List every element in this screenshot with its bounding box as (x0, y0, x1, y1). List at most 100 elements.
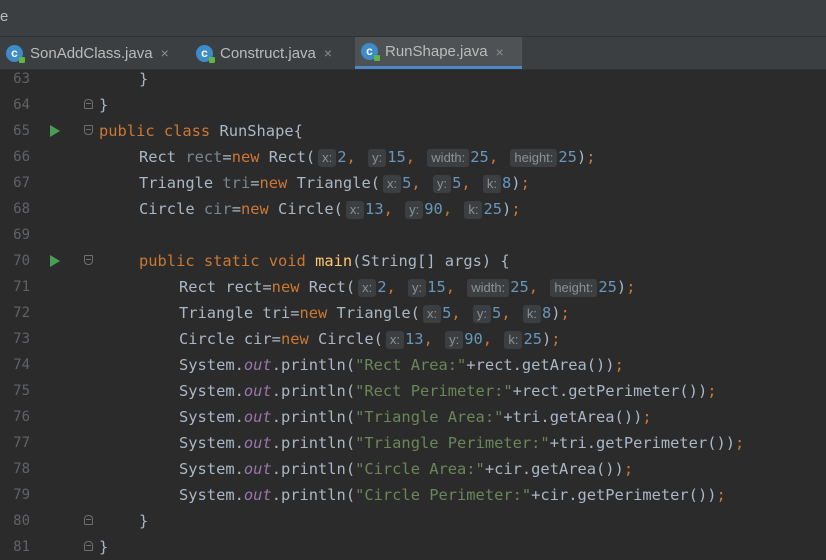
code-token: ; (716, 486, 726, 504)
line-number: 77 (13, 435, 30, 451)
code-token: ; (560, 304, 570, 322)
code-token: , (423, 330, 443, 348)
code-token: cir (203, 200, 232, 218)
code-token: 8 (541, 304, 552, 322)
code-token: ; (623, 460, 634, 478)
code-token: +cir.getArea()) (484, 460, 624, 478)
tab-label: RunShape.java (385, 43, 488, 60)
code-token: .println( (271, 382, 356, 400)
fold-marker-dash (86, 545, 91, 546)
code-text: Triangle tri=new Triangle(x: 5, y: 5, k: 8)… (179, 300, 570, 326)
code-token: 90 (464, 330, 483, 348)
line-number: 65 (13, 123, 30, 139)
title-bar-partial-text: e (0, 8, 9, 25)
close-icon[interactable]: × (496, 44, 504, 60)
fold-marker-icon[interactable] (84, 515, 93, 525)
code-token: Triangle (139, 174, 223, 192)
code-text: } (99, 534, 108, 560)
line-number: 68 (13, 201, 30, 217)
fold-marker-dash (86, 259, 91, 260)
code-line: 65 public class RunShape{ (0, 118, 826, 144)
line-number: 73 (13, 331, 30, 347)
code-token: Circle cir= (179, 330, 281, 348)
code-token: Rect (139, 148, 186, 166)
parameter-hint: k: (504, 331, 523, 349)
code-token: +cir.getPerimeter()) (531, 486, 717, 504)
code-token: .println( (271, 408, 356, 426)
code-text: Rect rect=new Rect(x: 2, y: 15, width: 25, … (179, 274, 635, 300)
code-line: 77 System.out.println("Triangle Perimeter… (0, 430, 826, 456)
code-token: System. (179, 408, 244, 426)
code-token: ) (616, 278, 627, 296)
code-text: System.out.println("Circle Perimeter:"+c… (179, 482, 726, 508)
fold-marker-icon[interactable] (84, 99, 93, 109)
code-line: 68 Circle cir=new Circle(x: 13, y: 90, k: 25… (0, 196, 826, 222)
fold-marker-icon[interactable] (84, 541, 93, 551)
code-line: 74 System.out.println("Rect Area:"+rect.g… (0, 352, 826, 378)
code-token: out (243, 486, 272, 504)
fold-marker-icon[interactable] (84, 255, 93, 265)
code-token: 90 (424, 200, 443, 218)
code-token: System. (179, 434, 244, 452)
code-token: ; (586, 148, 596, 166)
code-token: , (445, 278, 465, 296)
code-token: 8 (502, 174, 512, 192)
code-token: ; (735, 434, 745, 452)
run-gutter-icon[interactable] (50, 125, 60, 137)
code-token: public static void (139, 252, 316, 270)
parameter-hint: x: (345, 201, 365, 219)
code-token: System. (179, 460, 244, 478)
code-token: , (461, 174, 480, 192)
parameter-hint: y: (445, 331, 464, 349)
java-class-icon: c (361, 43, 380, 61)
editor-tab-bar: c SonAddClass.java × c Construct.java × … (0, 37, 826, 70)
line-number: 71 (13, 279, 30, 295)
parameter-hint: y: (432, 175, 452, 193)
code-token: (String[] args) { (352, 252, 510, 270)
parameter-hint: x: (382, 175, 402, 193)
line-number: 63 (13, 71, 30, 87)
tab-construct[interactable]: c Construct.java × (190, 37, 352, 69)
code-token: new (240, 200, 279, 218)
code-token: } (139, 512, 149, 530)
code-token: .println( (271, 486, 356, 504)
code-token: ; (642, 408, 652, 426)
tab-runshape[interactable]: c RunShape.java × (355, 37, 522, 69)
code-token: 25 (470, 148, 489, 166)
code-token: Rect( (308, 278, 356, 296)
line-number: 69 (13, 227, 30, 243)
line-number: 76 (13, 409, 30, 425)
code-token: +tri.getPerimeter()) (549, 434, 736, 452)
code-line: 70 public static void main(String[] args)… (0, 248, 826, 274)
parameter-hint: x: (318, 149, 337, 167)
code-token: , (346, 148, 366, 166)
close-icon[interactable]: × (161, 45, 169, 61)
code-line: 66 Rect rect=new Rect(x: 2, y: 15, width: 25… (0, 144, 826, 170)
code-token: 5 (402, 174, 412, 192)
close-icon[interactable]: × (324, 45, 332, 61)
code-text: public static void main(String[] args) { (139, 248, 510, 274)
tab-sonaddclass[interactable]: c SonAddClass.java × (0, 37, 188, 69)
parameter-hint: width: (467, 279, 510, 297)
parameter-hint: height: (510, 149, 558, 167)
code-token: ; (551, 330, 561, 348)
tab-label: SonAddClass.java (30, 44, 153, 62)
code-text: Triangle tri=new Triangle(x: 5, y: 5, k: 8)… (139, 170, 530, 196)
code-token: 13 (365, 200, 384, 218)
fold-marker-dash (86, 519, 91, 520)
fold-marker-icon[interactable] (84, 125, 93, 135)
code-line: 63} (0, 70, 826, 92)
code-token: new (231, 148, 269, 166)
code-token: , (488, 148, 508, 166)
line-number: 78 (13, 461, 30, 477)
code-editor[interactable]: 63} 64} 65 public class RunShape{66 Rect rec… (0, 70, 826, 560)
code-line: 79 System.out.println("Circle Perimeter:"… (0, 482, 826, 508)
code-text: System.out.println("Rect Perimeter:"+rec… (179, 378, 717, 404)
code-token: "Triangle Perimeter:" (355, 434, 550, 452)
line-number: 79 (13, 487, 30, 503)
parameter-hint: k: (482, 175, 502, 193)
code-token: out (243, 408, 272, 426)
run-gutter-icon[interactable] (50, 255, 60, 267)
code-token: ; (707, 382, 717, 400)
parameter-hint: y: (405, 201, 424, 219)
